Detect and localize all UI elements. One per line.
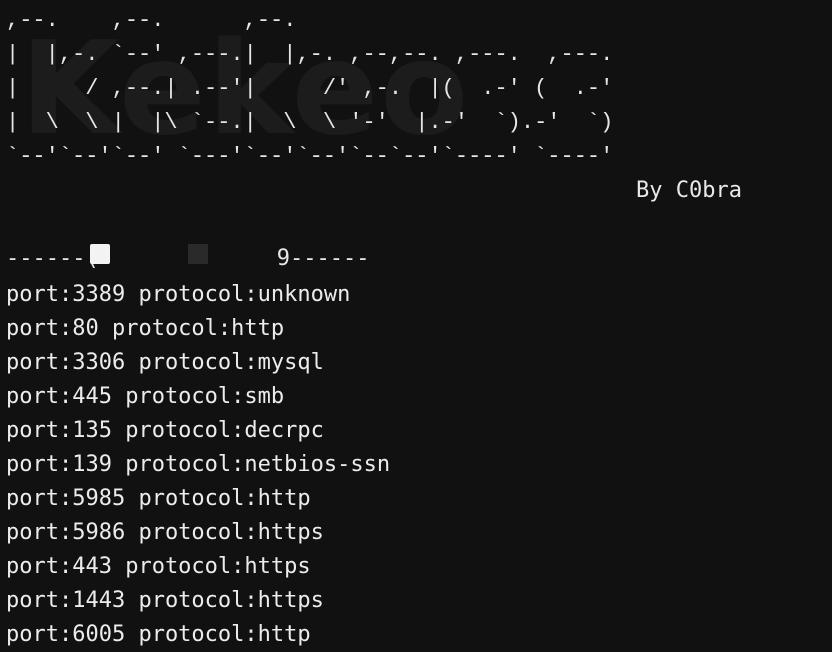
result-line: port:443 protocol:https (6, 554, 311, 579)
ascii-line: `--'`--'`--' `---'`--'`--'`--`--'`----' … (6, 144, 614, 169)
result-line: port:5986 protocol:https (6, 520, 324, 545)
author-byline: By C0bra (636, 178, 742, 203)
port-scan-results: port:3389 protocol:unknown port:80 proto… (6, 278, 390, 652)
terminal-window[interactable]: Kekeo ,--. ,--. ,--. | |,-. `--' ,---.| … (0, 0, 832, 647)
result-line: port:6005 protocol:http (6, 622, 311, 647)
result-line: port:445 protocol:smb (6, 384, 285, 409)
result-line: port:3306 protocol:mysql (6, 350, 324, 375)
ascii-banner: Kekeo ,--. ,--. ,--. | |,-. `--' ,---.| … (0, 0, 832, 170)
result-line: port:135 protocol:decrpc (6, 418, 324, 443)
separator-right: 9------ (276, 246, 370, 271)
result-line: port:5985 protocol:http (6, 486, 311, 511)
ascii-art: ,--. ,--. ,--. | |,-. `--' ,---.| |,-. ,… (6, 4, 613, 174)
separator-left: ------( (6, 246, 99, 271)
result-line: port:80 protocol:http (6, 316, 285, 341)
ascii-line: | \ \ | |\ `--.| \ \ '-' |.-' `).-' `) (6, 110, 614, 135)
redaction-block (188, 244, 208, 264)
result-line: port:1443 protocol:https (6, 588, 324, 613)
redaction-cover (96, 240, 272, 274)
redaction-block (90, 244, 110, 264)
result-line: port:3389 protocol:unknown (6, 282, 351, 307)
ascii-line: | |,-. `--' ,---.| |,-. ,--,--. ,---. ,-… (6, 42, 614, 67)
ascii-line: | / ,--.| .--'| /' ,-. |( .-' ( .-' (6, 76, 614, 101)
result-line: port:139 protocol:netbios-ssn (6, 452, 391, 477)
ascii-line: ,--. ,--. ,--. (6, 8, 297, 33)
